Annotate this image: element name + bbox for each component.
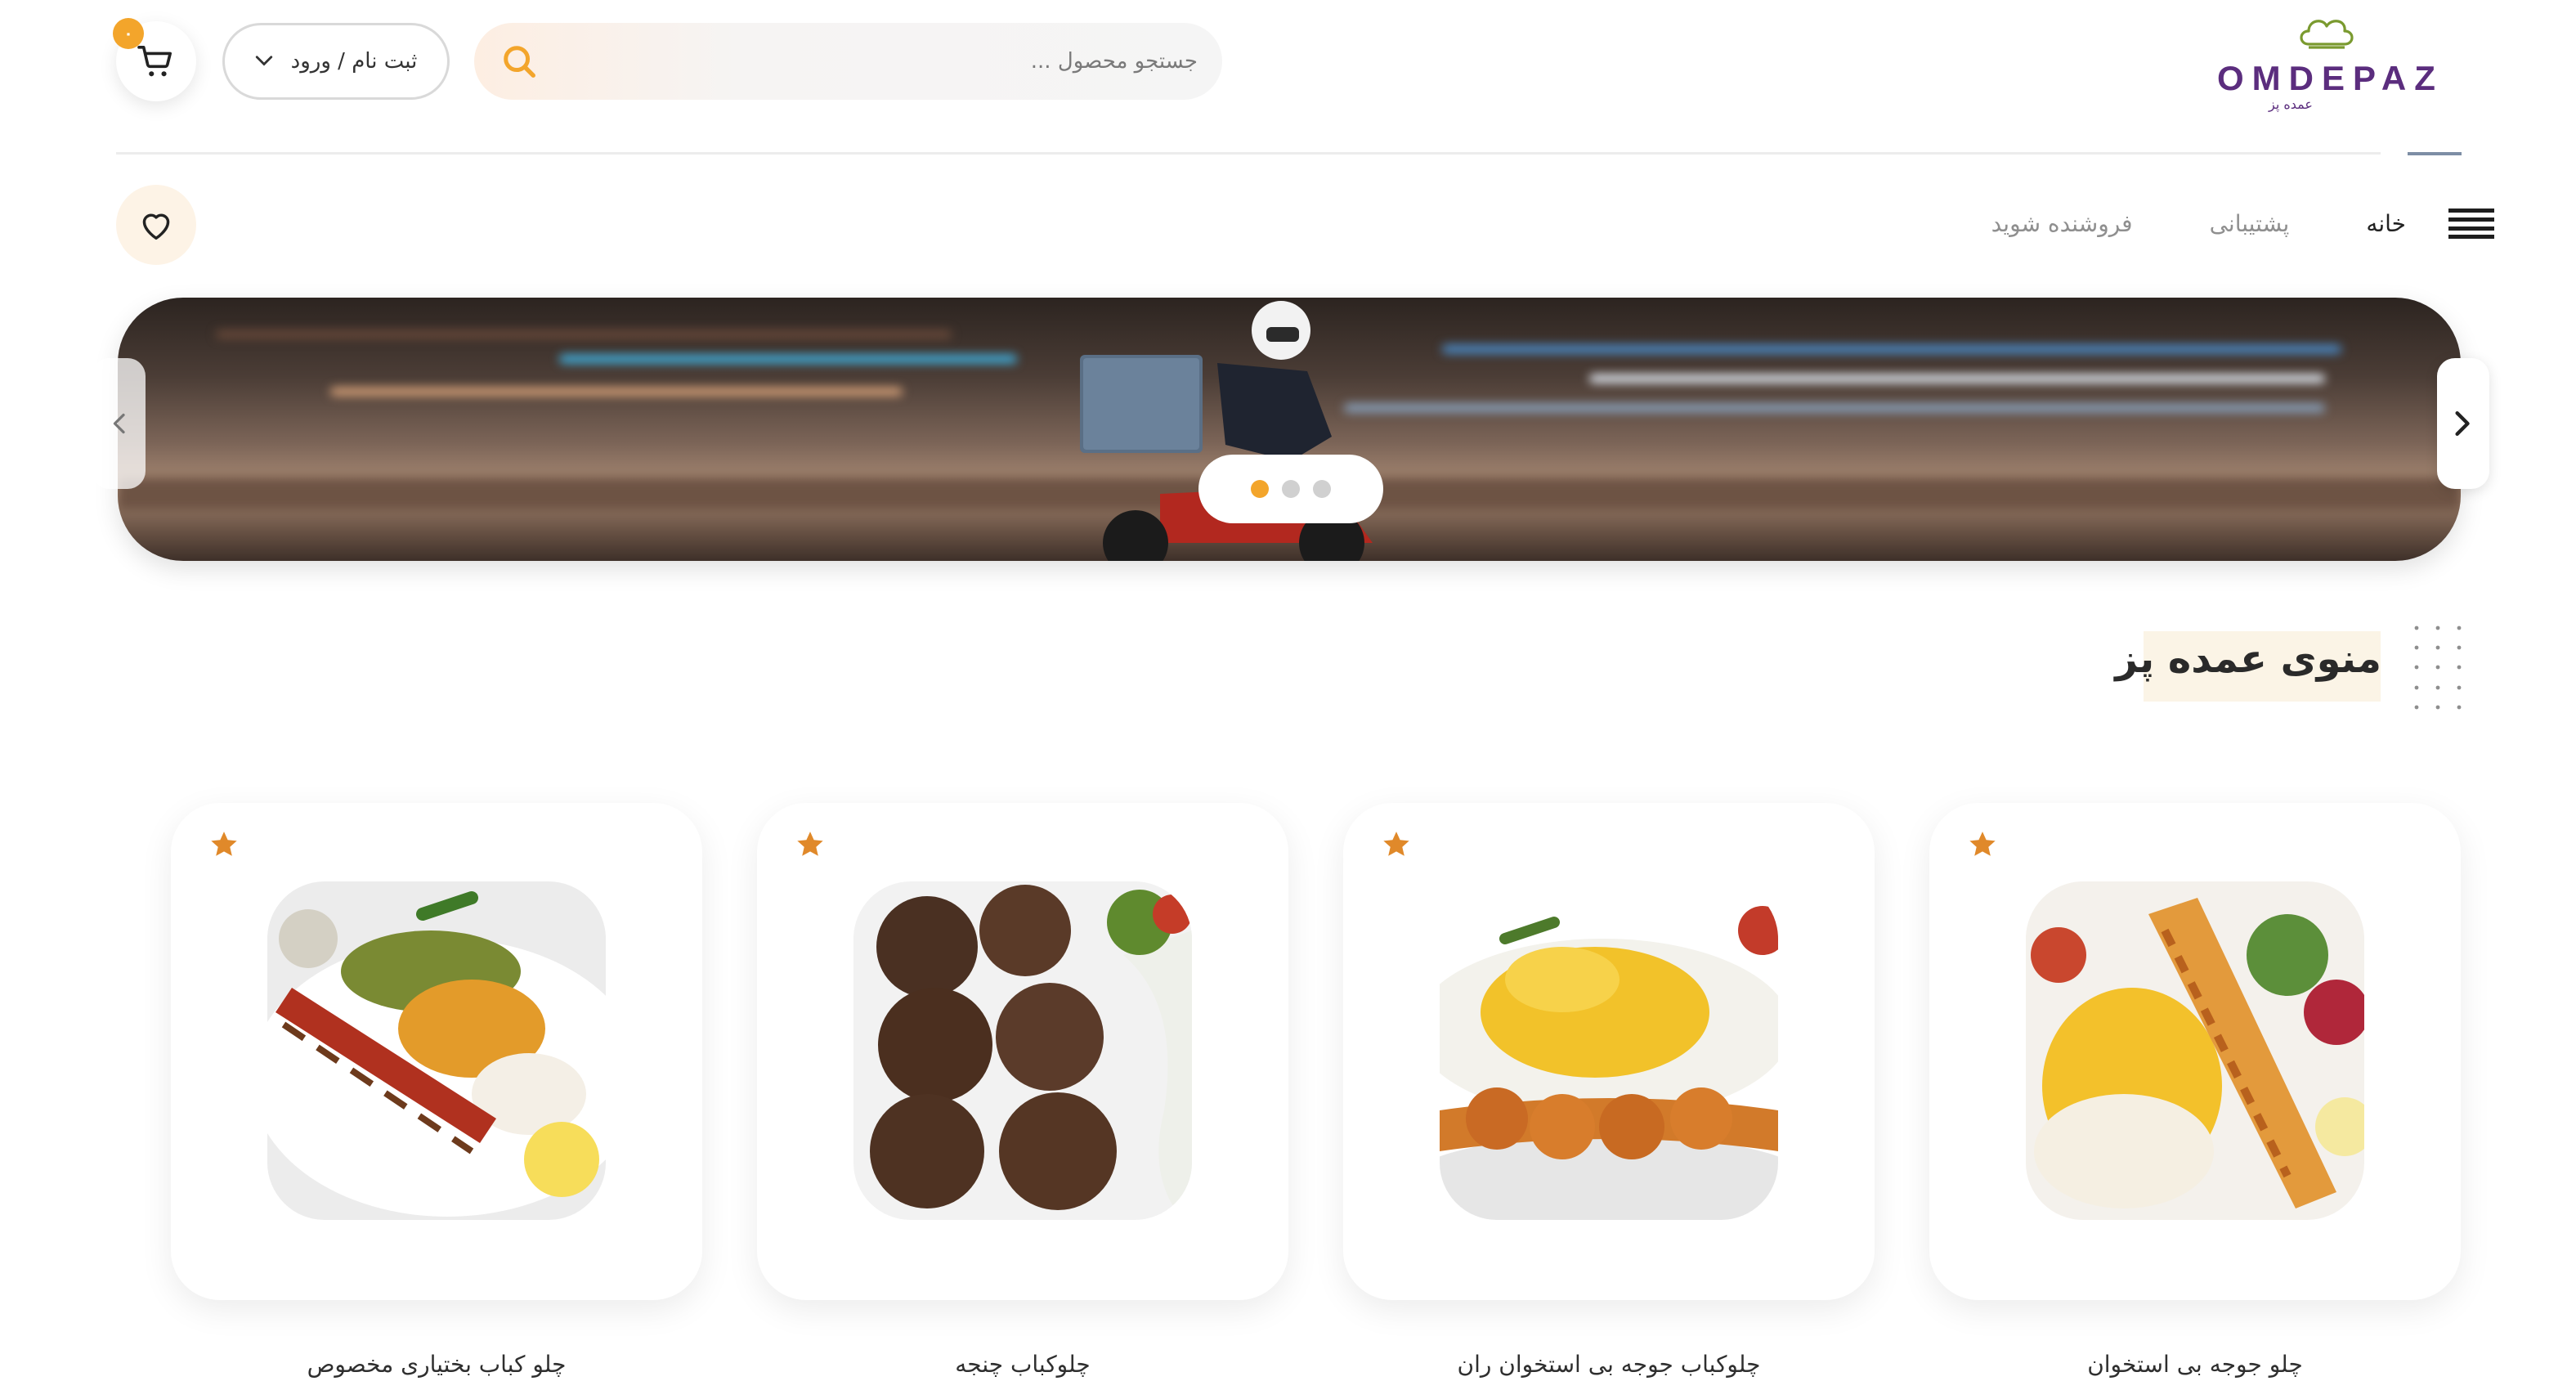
search-input[interactable] bbox=[556, 38, 1198, 85]
product-name[interactable]: چلو جوجه بی استخوان bbox=[1929, 1351, 2461, 1378]
banner-dot-2[interactable] bbox=[1282, 480, 1300, 498]
product-image bbox=[853, 881, 1192, 1220]
banner-dot-3[interactable] bbox=[1313, 480, 1331, 498]
product-name[interactable]: چلوکباب چنجه bbox=[757, 1351, 1288, 1378]
heart-icon bbox=[142, 213, 170, 240]
header-divider bbox=[116, 152, 2381, 155]
section-title: منوی عمده پز bbox=[2115, 636, 2381, 682]
banner-prev-button[interactable] bbox=[92, 358, 146, 489]
nav-item-support[interactable]: پشتیبانی bbox=[2210, 210, 2290, 237]
chevron-left-icon bbox=[113, 413, 125, 434]
header-divider-accent bbox=[2408, 152, 2462, 155]
hamburger-menu-icon[interactable] bbox=[2448, 207, 2494, 240]
star-icon[interactable] bbox=[795, 829, 826, 860]
banner-dot-1[interactable] bbox=[1251, 480, 1269, 498]
logo-wordmark: OMDEPAZ bbox=[2217, 59, 2444, 97]
product-name[interactable]: چلوکباب جوجه بی استخوان ران bbox=[1343, 1351, 1875, 1378]
login-register-label: ثبت نام / ورود bbox=[290, 49, 418, 74]
product-card[interactable] bbox=[757, 803, 1288, 1300]
login-register-button[interactable]: ثبت نام / ورود bbox=[222, 23, 450, 100]
chevron-right-icon bbox=[2455, 410, 2470, 437]
chevron-down-icon bbox=[255, 56, 272, 66]
star-icon[interactable] bbox=[1967, 829, 1998, 860]
cart-count-badge: ۰ bbox=[113, 18, 144, 49]
star-icon[interactable] bbox=[1381, 829, 1412, 860]
banner-pagination bbox=[1198, 455, 1383, 523]
product-card[interactable] bbox=[171, 803, 702, 1300]
main-navigation: خانه پشتیبانی فروشنده شوید bbox=[1915, 195, 2494, 252]
nav-item-home[interactable]: خانه bbox=[2366, 210, 2406, 237]
favorites-button[interactable] bbox=[116, 185, 196, 265]
chef-hat-logo-icon bbox=[2300, 20, 2354, 49]
product-image bbox=[267, 881, 606, 1220]
banner-next-button[interactable] bbox=[2437, 358, 2489, 489]
product-card[interactable] bbox=[1343, 803, 1875, 1300]
cart-icon bbox=[137, 46, 172, 77]
logo-subtext: عمده پز bbox=[2269, 96, 2313, 112]
search-icon[interactable] bbox=[500, 43, 538, 80]
star-icon[interactable] bbox=[208, 829, 240, 860]
search-bar bbox=[474, 23, 1222, 100]
nav-item-become-seller[interactable]: فروشنده شوید bbox=[1991, 210, 2133, 237]
product-image bbox=[1440, 881, 1778, 1220]
product-card[interactable] bbox=[1929, 803, 2461, 1300]
product-name[interactable]: چلو کباب بختیاری مخصوص bbox=[171, 1351, 702, 1378]
product-image bbox=[2026, 881, 2364, 1220]
dot-grid-decoration bbox=[2414, 626, 2462, 710]
